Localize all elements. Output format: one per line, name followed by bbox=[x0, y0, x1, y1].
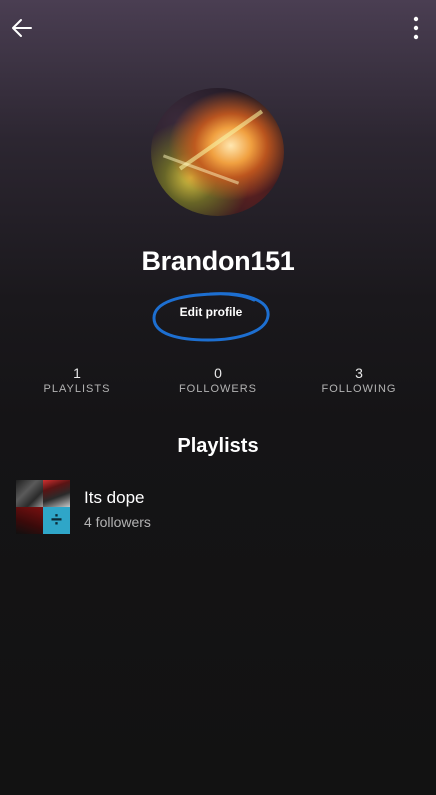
playlist-item[interactable]: ÷ Its dope 4 followers bbox=[16, 480, 420, 536]
stat-value: 0 bbox=[214, 365, 222, 381]
playlist-cover: ÷ bbox=[16, 480, 70, 535]
edit-profile-area: Edit profile bbox=[150, 288, 272, 344]
stat-followers[interactable]: 0 FOLLOWERS bbox=[148, 365, 288, 395]
avatar[interactable] bbox=[151, 88, 284, 216]
profile-stats: 1 PLAYLISTS 0 FOLLOWERS 3 FOLLOWING bbox=[0, 365, 436, 405]
stat-value: 1 bbox=[73, 365, 81, 381]
playlist-name: Its dope bbox=[84, 488, 145, 507]
playlist-followers: 4 followers bbox=[84, 514, 151, 530]
stat-playlists[interactable]: 1 PLAYLISTS bbox=[7, 365, 147, 395]
stat-label: FOLLOWING bbox=[321, 383, 397, 395]
arrow-left-icon bbox=[12, 19, 32, 37]
playlists-section-title: Playlists bbox=[177, 435, 259, 457]
more-vertical-icon bbox=[413, 16, 419, 40]
cover-tile bbox=[43, 480, 70, 507]
stat-label: FOLLOWERS bbox=[178, 383, 258, 395]
stat-value: 3 bbox=[355, 365, 363, 381]
cover-tile bbox=[16, 507, 43, 534]
profile-screen: Brandon151 Edit profile 1 PLAYLISTS 0 FO… bbox=[0, 0, 436, 795]
stat-following[interactable]: 3 FOLLOWING bbox=[289, 365, 429, 395]
cover-tile-divide-icon: ÷ bbox=[43, 507, 70, 534]
more-options-button[interactable] bbox=[404, 12, 428, 44]
edit-profile-button[interactable]: Edit profile bbox=[168, 301, 254, 323]
stat-label: PLAYLISTS bbox=[43, 383, 111, 395]
cover-tile bbox=[16, 480, 43, 507]
back-button[interactable] bbox=[6, 12, 38, 44]
profile-username: Brandon151 bbox=[141, 246, 295, 276]
top-bar bbox=[0, 0, 436, 56]
